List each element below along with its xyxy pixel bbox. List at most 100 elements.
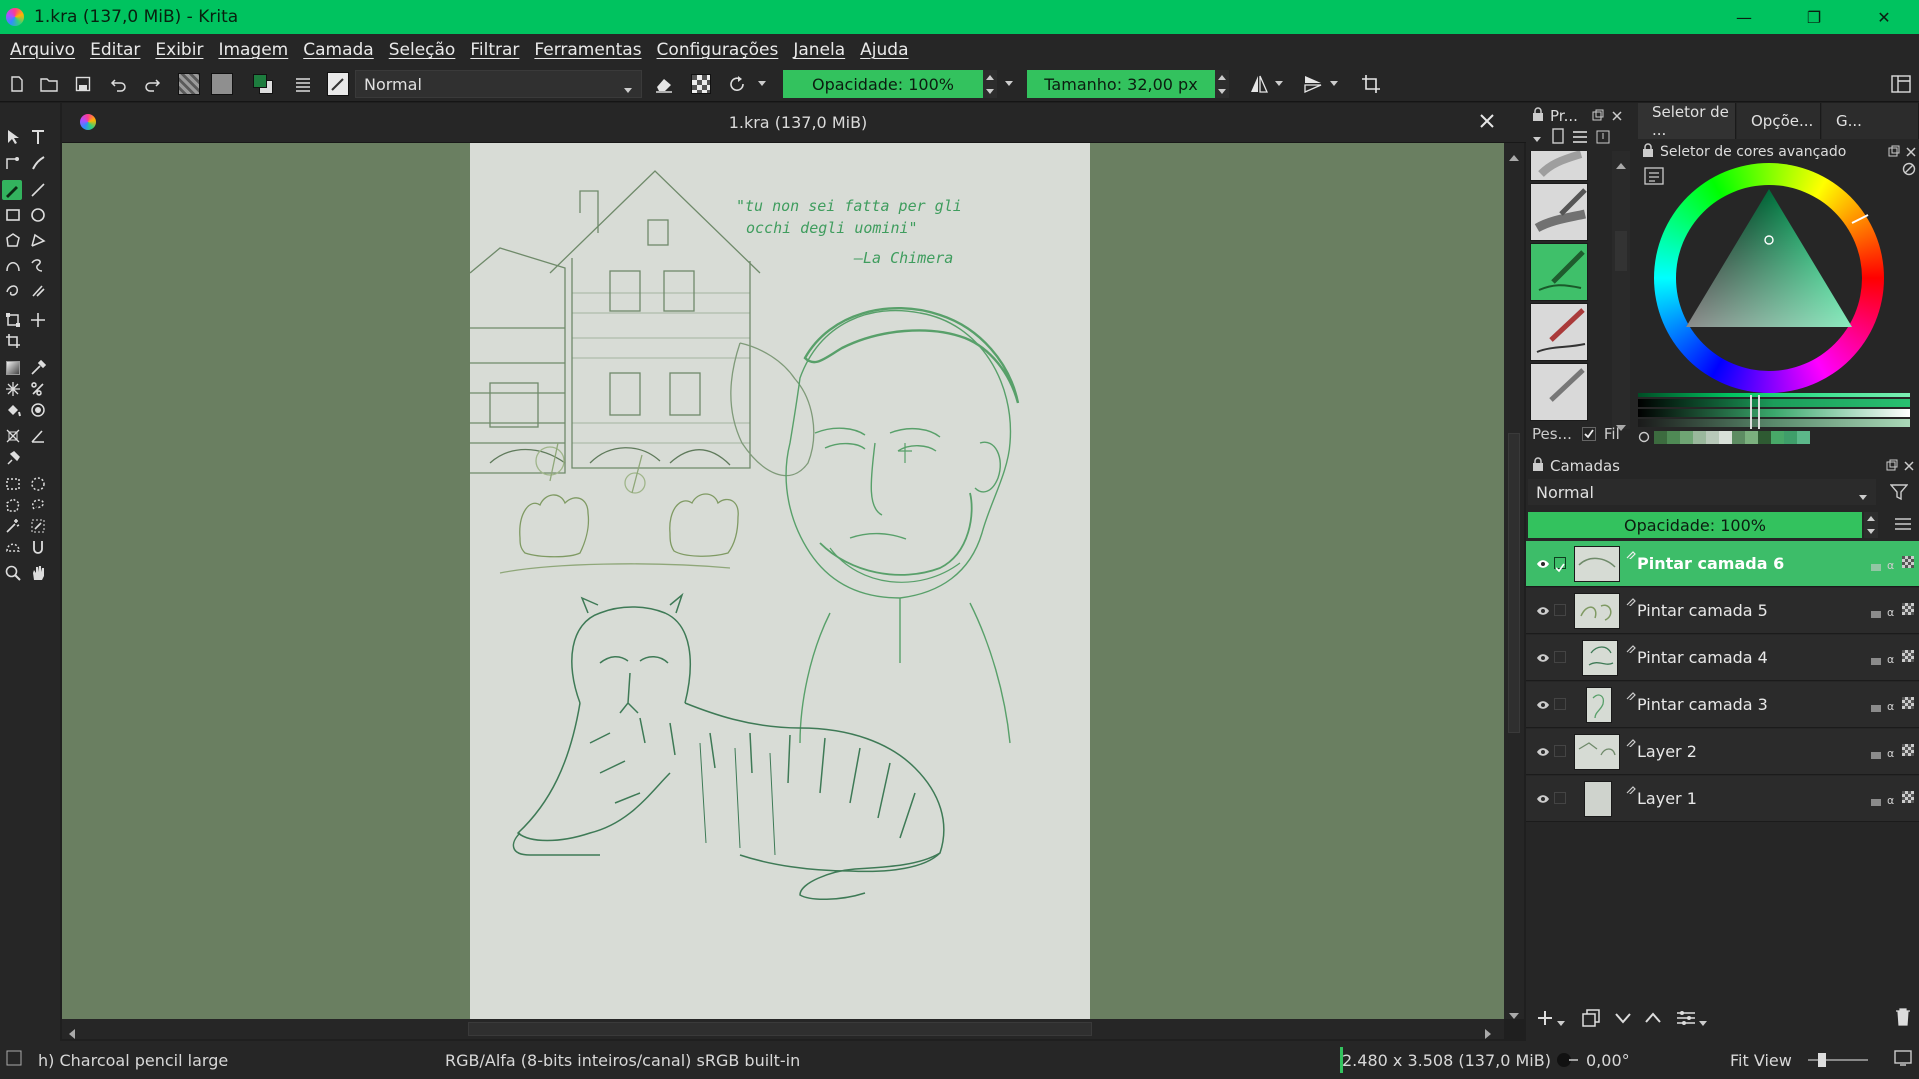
brush-preset-4[interactable] <box>1530 303 1588 361</box>
history-color-swatch[interactable] <box>1784 430 1797 444</box>
history-color-swatch[interactable] <box>1706 430 1719 444</box>
lightness-bar[interactable] <box>1638 395 1910 429</box>
float-docker-icon[interactable] <box>1592 107 1604 125</box>
restore-button[interactable]: ❐ <box>1779 0 1849 34</box>
brush-preset-charcoal-pencil[interactable] <box>1530 243 1588 301</box>
horizontal-scroll-thumb[interactable] <box>468 1022 1092 1036</box>
mirror-h-chevron-icon[interactable] <box>1272 73 1286 95</box>
edit-shapes-icon[interactable] <box>3 153 23 173</box>
menu-arquivo[interactable]: Arquivo <box>10 40 75 60</box>
layer-options-menu-icon[interactable] <box>1894 516 1912 536</box>
angle-tool-icon[interactable] <box>28 426 48 446</box>
layer-select-checkbox[interactable] <box>1554 792 1566 804</box>
alpha-lock-icon[interactable] <box>1902 556 1916 570</box>
move-layer-up-icon[interactable] <box>1644 1009 1662 1031</box>
redo-icon[interactable] <box>141 73 163 95</box>
inherit-alpha-icon[interactable]: α <box>1886 744 1900 760</box>
refresh-history-icon[interactable] <box>1638 428 1650 447</box>
undo-icon[interactable] <box>108 73 130 95</box>
similar-select-icon[interactable] <box>28 516 48 536</box>
layer-select-checkbox[interactable] <box>1554 745 1566 757</box>
mirror-horizontal-icon[interactable] <box>1248 73 1270 95</box>
history-color-swatch[interactable] <box>1693 430 1706 444</box>
gradient-tool-icon[interactable] <box>3 358 23 378</box>
menu-ferramentas[interactable]: Ferramentas <box>534 40 641 60</box>
layer-row[interactable]: Pintar camada 6 α <box>1526 541 1919 587</box>
bookmark-icon[interactable] <box>1552 128 1564 148</box>
brush-preset-5[interactable] <box>1530 363 1588 421</box>
close-docker-icon[interactable] <box>1906 143 1916 161</box>
close-docker-icon[interactable] <box>1904 457 1914 475</box>
preserve-alpha-icon[interactable] <box>690 73 712 95</box>
layer-filter-icon[interactable] <box>1889 483 1909 505</box>
history-color-swatch[interactable] <box>1680 430 1693 444</box>
smart-patch-icon[interactable] <box>3 379 23 399</box>
menu-editar[interactable]: Editar <box>90 40 140 60</box>
duplicate-layer-icon[interactable] <box>1582 1009 1600 1031</box>
color-picker-icon[interactable] <box>28 358 48 378</box>
save-icon[interactable] <box>72 73 94 95</box>
close-window-button[interactable]: ✕ <box>1849 0 1919 34</box>
rect-select-icon[interactable] <box>3 474 23 494</box>
alpha-lock-icon[interactable] <box>1902 791 1916 805</box>
ellipse-tool-icon[interactable] <box>28 205 48 225</box>
layer-lock-icon[interactable] <box>1870 556 1884 571</box>
layer-properties-chevron-icon[interactable] <box>1698 1013 1708 1032</box>
rotation-angle[interactable]: 0,00° <box>1586 1051 1630 1070</box>
inherit-alpha-icon[interactable]: α <box>1886 556 1900 572</box>
layer-row[interactable]: Layer 1 α <box>1526 776 1919 822</box>
opacity-chevron-icon[interactable] <box>1002 73 1016 95</box>
scroll-up-icon[interactable] <box>1616 155 1626 174</box>
history-color-swatch[interactable] <box>1797 430 1810 444</box>
bezier-select-icon[interactable] <box>3 537 23 557</box>
dynamic-brush-icon[interactable] <box>3 280 23 300</box>
gradient-pattern-icon[interactable] <box>178 73 200 95</box>
float-docker-icon[interactable] <box>1888 143 1900 161</box>
opacity-spinner[interactable] <box>983 70 997 98</box>
menu-imagem[interactable]: Imagem <box>218 40 288 60</box>
layer-row[interactable]: Pintar camada 5 α <box>1526 588 1919 634</box>
eraser-mode-icon[interactable] <box>653 73 675 95</box>
alpha-lock-icon[interactable] <box>1902 744 1916 758</box>
lock-icon[interactable] <box>1532 457 1544 475</box>
lock-icon[interactable] <box>1642 143 1654 161</box>
enclose-fill-icon[interactable] <box>28 400 48 420</box>
visibility-eye-icon[interactable] <box>1536 744 1550 763</box>
pan-tool-icon[interactable] <box>28 563 48 583</box>
transform-tool-icon[interactable] <box>3 310 23 330</box>
select-shapes-icon[interactable] <box>3 127 23 147</box>
history-color-swatch[interactable] <box>1667 430 1680 444</box>
reference-pin-icon[interactable] <box>3 448 23 468</box>
visibility-eye-icon[interactable] <box>1536 603 1550 622</box>
canvas-vertical-scrollbar[interactable] <box>1504 143 1524 1019</box>
freehand-path-icon[interactable] <box>28 255 48 275</box>
canvas-area[interactable]: "tu non sei fatta per gli occhi degli uo… <box>62 143 1504 1019</box>
mirror-v-chevron-icon[interactable] <box>1327 73 1341 95</box>
layer-row[interactable]: Pintar camada 3 α <box>1526 682 1919 728</box>
reload-dropdown-chevron-icon[interactable] <box>756 73 768 95</box>
freehand-select-icon[interactable] <box>28 495 48 515</box>
crop-tool-icon[interactable] <box>3 331 23 351</box>
menu-selecao[interactable]: Seleção <box>389 40 456 60</box>
new-document-icon[interactable] <box>6 73 28 95</box>
move-layer-down-icon[interactable] <box>1614 1009 1632 1031</box>
saturation-value-triangle[interactable] <box>1654 163 1884 393</box>
history-color-swatch[interactable] <box>1758 430 1771 444</box>
menu-filtrar[interactable]: Filtrar <box>470 40 519 60</box>
layer-select-checkbox[interactable] <box>1554 557 1566 573</box>
layer-opacity-spinner[interactable] <box>1864 512 1878 538</box>
brush-settings-icon[interactable] <box>292 73 314 95</box>
measure-tool-icon[interactable] <box>3 426 23 446</box>
layer-opacity-slider[interactable]: Opacidade: 100% <box>1528 512 1862 538</box>
vertical-scroll-thumb[interactable] <box>1508 433 1520 733</box>
size-slider[interactable]: Tamanho: 32,00 px <box>1027 70 1215 98</box>
size-spinner[interactable] <box>1215 70 1229 98</box>
canvas-horizontal-scrollbar[interactable] <box>62 1019 1504 1039</box>
reload-preset-icon[interactable] <box>726 73 748 95</box>
color-space-info[interactable]: RGB/Alfa (8-bits inteiros/canal) sRGB bu… <box>445 1051 800 1070</box>
lock-icon[interactable] <box>1532 107 1544 125</box>
polygon-select-icon[interactable] <box>3 495 23 515</box>
polyline-tool-icon[interactable] <box>28 230 48 250</box>
tab-options[interactable]: Opçõe... <box>1737 103 1821 139</box>
presets-scroll-thumb[interactable] <box>1615 231 1627 271</box>
